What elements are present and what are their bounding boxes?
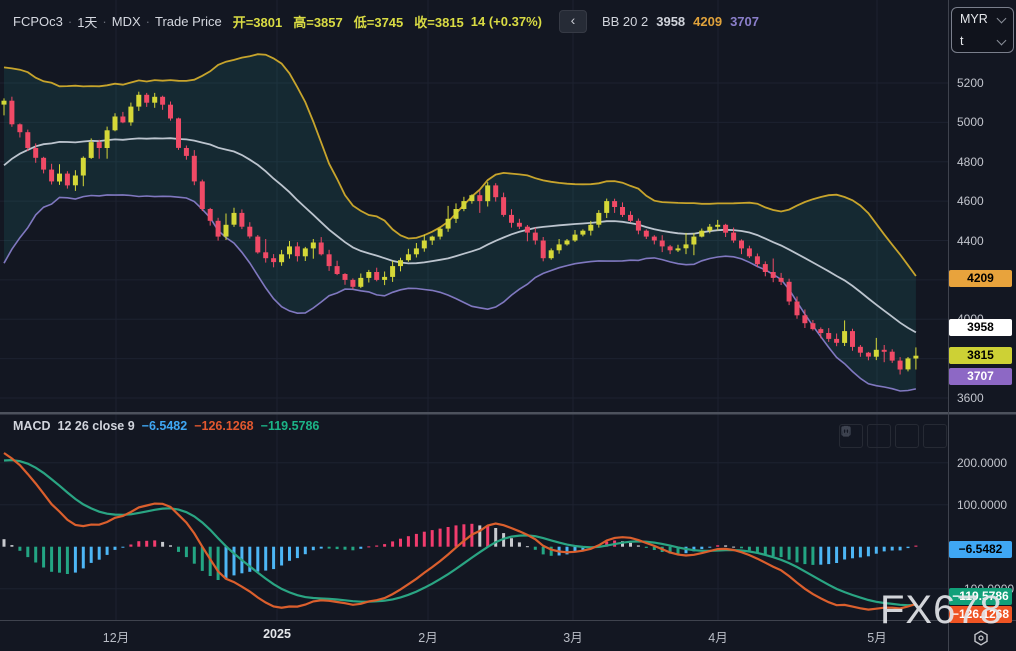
bb-upper-value: 4209: [693, 14, 722, 29]
macd-line-value: −126.1268: [194, 419, 253, 433]
macd-legend: MACD 12 26 close 9 −6.5482 −126.1268 −11…: [13, 419, 319, 433]
macd-signal-value: −119.5786: [261, 419, 320, 433]
pane-delete-button[interactable]: [867, 424, 891, 448]
axis-value-chip: −6.5482: [949, 541, 1012, 558]
interval-label: 1天: [77, 12, 97, 31]
ohlc-high: 高=3857: [293, 12, 343, 31]
macd-params: 12 26 close 9: [58, 419, 135, 433]
currency-value: MYR: [960, 12, 988, 26]
exchange-label: MDX: [112, 14, 141, 29]
pane-controls: [839, 424, 947, 448]
chevron-left-icon: ‹: [571, 12, 576, 28]
macd-tick-label: 200.0000: [957, 456, 1007, 470]
time-tick-label: 4月: [708, 627, 727, 646]
axis-value-chip: 4209: [949, 270, 1012, 287]
axis-value-chip: 3815: [949, 347, 1012, 364]
price-tick-label: 5000: [957, 115, 984, 129]
time-tick-label: 2025: [263, 627, 291, 641]
price-tick-label: 5200: [957, 76, 984, 90]
unit-dropdown[interactable]: t: [952, 30, 1013, 52]
series-type-label: Trade Price: [155, 14, 222, 29]
fx678-watermark: FX678: [880, 588, 1003, 633]
symbol-name: FCPOc3: [13, 14, 63, 29]
ohlc-low: 低=3745: [354, 12, 404, 31]
currency-dropdown[interactable]: MYR: [952, 8, 1013, 30]
price-tick-label: 4600: [957, 194, 984, 208]
pane-maximize-button[interactable]: [923, 424, 947, 448]
symbol-legend: FCPOc3 · 1天 · MDX · Trade Price 开=3801 高…: [13, 10, 759, 33]
price-tick-label: 4800: [957, 155, 984, 169]
unit-value: t: [960, 34, 963, 48]
bb-indicator-title: BB 20 2: [602, 14, 648, 29]
macd-tick-label: 100.0000: [957, 498, 1007, 512]
time-tick-label: 2月: [418, 627, 437, 646]
chevron-down-icon: [997, 14, 1007, 24]
trading-chart-app: FCPOc3 · 1天 · MDX · Trade Price 开=3801 高…: [0, 0, 1016, 651]
legend-collapse-button[interactable]: ‹: [559, 10, 587, 33]
maximize-icon: [839, 424, 853, 438]
right-price-scale[interactable]: 520050004800460044004200400038003600200.…: [948, 0, 1016, 651]
time-tick-label: 12月: [103, 627, 129, 646]
time-scale[interactable]: 12月20252月3月4月5月: [0, 621, 1016, 651]
pane-collapse-button[interactable]: [895, 424, 919, 448]
ohlc-close: 收=3815: [414, 12, 464, 31]
ohlc-open: 开=3801: [233, 12, 283, 31]
price-tick-label: 3600: [957, 391, 984, 405]
scale-unit-switcher: MYR t: [951, 7, 1014, 53]
change-percent: 14 (+0.37%): [471, 14, 542, 29]
bb-lower-value: 3707: [730, 14, 759, 29]
chevron-down-icon: [997, 36, 1007, 46]
bb-basis-value: 3958: [656, 14, 685, 29]
axis-value-chip: 3958: [949, 319, 1012, 336]
macd-indicator-title: MACD: [13, 419, 51, 433]
macd-hist-value: −6.5482: [142, 419, 188, 433]
time-tick-label: 3月: [563, 627, 582, 646]
price-tick-label: 4400: [957, 234, 984, 248]
chart-canvas[interactable]: [0, 0, 1016, 651]
separator-dot: ·: [102, 14, 106, 29]
separator-dot: ·: [146, 14, 150, 29]
separator-dot: ·: [68, 14, 72, 29]
axis-value-chip: 3707: [949, 368, 1012, 385]
